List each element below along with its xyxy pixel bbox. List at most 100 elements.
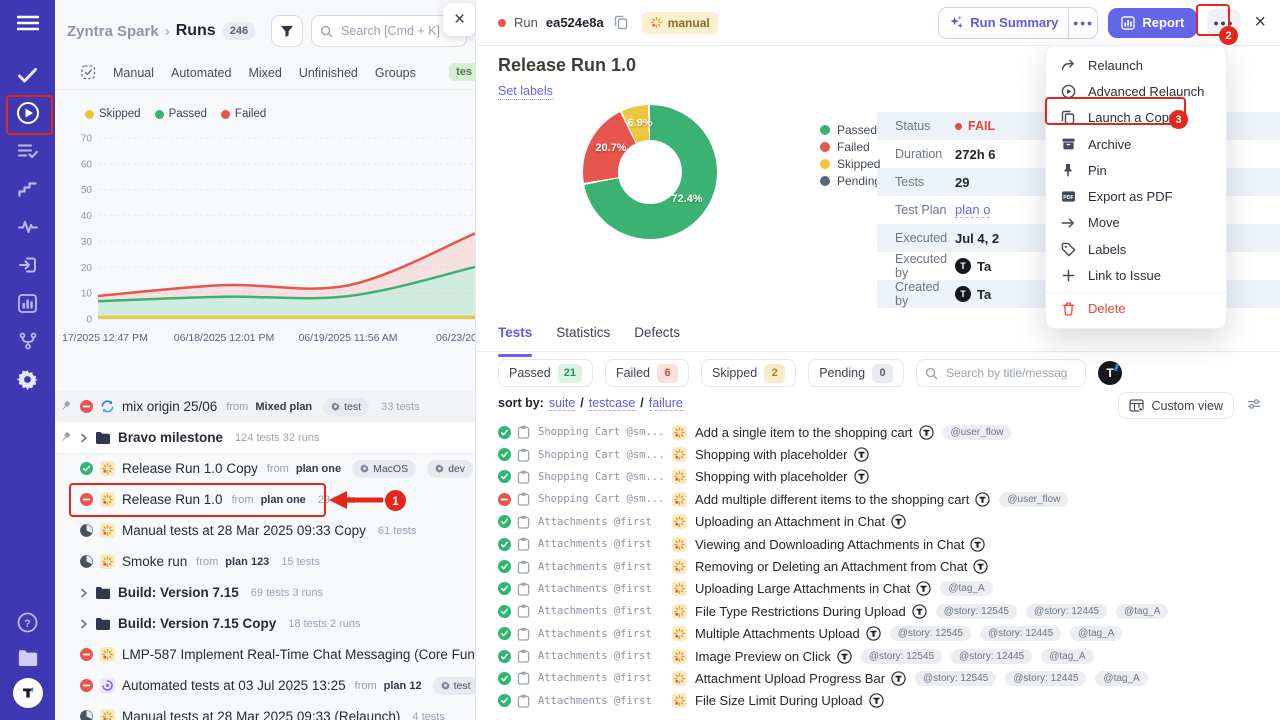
- sort-by-suite[interactable]: suite: [549, 396, 575, 411]
- run-list-item[interactable]: Smoke runfromplan 12315 tests: [55, 546, 475, 577]
- close-panel-button[interactable]: ×: [443, 3, 476, 36]
- tab-tests[interactable]: Tests: [498, 325, 532, 351]
- run-list-item[interactable]: Release Run 1.0 Copyfromplan oneMacOSdev…: [55, 453, 475, 484]
- menu-item-move[interactable]: Move: [1046, 210, 1226, 236]
- plan-link[interactable]: Mixed plan: [255, 401, 312, 413]
- user-value[interactable]: TTa: [955, 258, 991, 274]
- custom-view-button[interactable]: Custom view: [1118, 392, 1234, 419]
- close-run-button[interactable]: ×: [1254, 11, 1266, 34]
- branch-icon[interactable]: [0, 322, 55, 360]
- passed-status-icon: [498, 627, 511, 640]
- user-value[interactable]: TTa: [955, 286, 991, 302]
- filter-button[interactable]: [271, 15, 303, 47]
- plan-link[interactable]: plan 123: [225, 556, 269, 568]
- svg-text:?: ?: [24, 618, 31, 630]
- projects-icon[interactable]: [0, 640, 55, 675]
- testcase-icon: [517, 515, 530, 529]
- sign-in-icon[interactable]: [0, 246, 55, 284]
- menu-item-archive[interactable]: Archive: [1046, 131, 1226, 157]
- folder-icon: [95, 431, 111, 444]
- sort-by-testcase[interactable]: testcase: [589, 396, 636, 411]
- run-list-item[interactable]: Bravo milestone124 tests 32 runs: [55, 422, 475, 453]
- runs-search-input[interactable]: [339, 23, 458, 39]
- manual-test-icon: [672, 537, 687, 552]
- test-search-input[interactable]: [944, 365, 1077, 381]
- run-tag-chip-overflow[interactable]: tes: [449, 63, 476, 81]
- run-list-item[interactable]: Build: Version 7.1569 tests 3 runs: [55, 577, 475, 608]
- report-button[interactable]: Report: [1108, 8, 1197, 38]
- test-list-item[interactable]: Attachments @firstMultiple Attachments U…: [476, 623, 1280, 645]
- runs-tab-manual[interactable]: Manual: [113, 66, 154, 80]
- filter-failed[interactable]: Failed6: [605, 359, 689, 387]
- test-list-item[interactable]: Attachments @firstImage Preview on Click…: [476, 645, 1280, 667]
- runs-tab-unfinished[interactable]: Unfinished: [299, 66, 358, 80]
- breadcrumb-project[interactable]: Zyntra Spark: [67, 23, 159, 40]
- search-icon: [925, 367, 938, 380]
- view-settings-icon[interactable]: [1246, 397, 1262, 411]
- plan-link[interactable]: plan 12: [384, 680, 422, 692]
- sort-by-failure[interactable]: failure: [649, 396, 683, 411]
- test-list-item[interactable]: Attachments @firstAttachment Upload Prog…: [476, 667, 1280, 689]
- run-list-item[interactable]: Manual tests at 28 Mar 2025 09:33 Copy61…: [55, 515, 475, 546]
- runs-tab-automated[interactable]: Automated: [171, 66, 231, 80]
- bar-chart-icon[interactable]: [0, 284, 55, 322]
- test-list-item[interactable]: Attachments @firstFile Size Limit During…: [476, 690, 1280, 712]
- run-list-item[interactable]: Automated tests at 03 Jul 2025 13:25from…: [55, 670, 475, 701]
- table-view-icon: [1129, 399, 1144, 412]
- test-list-item[interactable]: Attachments @firstRemoving or Deleting a…: [476, 555, 1280, 577]
- tab-defects[interactable]: Defects: [634, 325, 680, 351]
- runs-tab-mixed[interactable]: Mixed: [248, 66, 281, 80]
- menu-item-relaunch[interactable]: Relaunch: [1046, 52, 1226, 78]
- set-labels-link[interactable]: Set labels: [498, 84, 553, 100]
- activity-icon[interactable]: [0, 208, 55, 246]
- test-list-item[interactable]: Attachments @firstViewing and Downloadin…: [476, 533, 1280, 555]
- runs-panel-header: Zyntra Spark › Runs 246 ×: [55, 0, 475, 56]
- menu-item-advanced-relaunch[interactable]: Advanced Relaunch: [1046, 78, 1226, 104]
- run-summary-button[interactable]: Run Summary ●●●: [938, 7, 1098, 39]
- run-title: LMP-587 Implement Real-Time Chat Messagi…: [122, 647, 475, 662]
- test-list-item[interactable]: Shopping Cart @sm...Add a single item to…: [476, 421, 1280, 443]
- plan-link[interactable]: plan one: [296, 463, 341, 475]
- testcase-icon: [517, 425, 530, 439]
- menu-item-export-as-pdf[interactable]: PDFExport as PDF: [1046, 183, 1226, 209]
- test-plan-link[interactable]: plan o: [955, 202, 990, 218]
- annotation-badge-3: 3: [1169, 110, 1188, 129]
- profile-avatar[interactable]: [0, 675, 55, 710]
- test-list-item[interactable]: Attachments @firstFile Type Restrictions…: [476, 600, 1280, 622]
- assignee-avatar[interactable]: T: [1098, 361, 1122, 385]
- run-summary-more-button[interactable]: ●●●: [1069, 18, 1097, 28]
- run-list-item[interactable]: LMP-587 Implement Real-Time Chat Messagi…: [55, 639, 475, 670]
- test-list-item[interactable]: Attachments @firstUploading an Attachmen…: [476, 511, 1280, 533]
- test-search-field[interactable]: [916, 359, 1086, 387]
- steps-icon[interactable]: [0, 170, 55, 208]
- play-circle-icon[interactable]: [0, 94, 55, 132]
- run-list-item[interactable]: Build: Version 7.15 Copy18 tests 2 runs: [55, 608, 475, 639]
- filter-passed[interactable]: Passed21: [498, 359, 593, 387]
- menu-item-launch-a-copy[interactable]: Launch a Copy: [1046, 105, 1226, 131]
- test-list-item[interactable]: Attachments @firstUploading Large Attach…: [476, 578, 1280, 600]
- filter-pending[interactable]: Pending0: [808, 359, 904, 387]
- help-icon[interactable]: ?: [0, 605, 55, 640]
- select-all-icon[interactable]: [81, 65, 96, 80]
- menu-item-pin[interactable]: Pin: [1046, 157, 1226, 183]
- run-list-item[interactable]: mix origin 25/06fromMixed plantest33 tes…: [55, 391, 475, 422]
- test-list-item[interactable]: Shopping Cart @sm...Add multiple differe…: [476, 488, 1280, 510]
- run-list-item[interactable]: Manual tests at 28 Mar 2025 09:33 (Relau…: [55, 701, 475, 720]
- run-group-title: Build: Version 7.15: [118, 585, 239, 600]
- menu-item-delete[interactable]: Delete: [1046, 296, 1226, 322]
- gear-icon[interactable]: [0, 360, 55, 398]
- run-list-item[interactable]: Release Run 1.0fromplan one29 tests: [55, 484, 475, 515]
- list-check-icon[interactable]: [0, 132, 55, 170]
- plan-link[interactable]: plan one: [261, 494, 306, 506]
- menu-icon[interactable]: [0, 6, 55, 40]
- menu-item-link-to-issue[interactable]: Link to Issue: [1046, 262, 1226, 288]
- runs-tab-groups[interactable]: Groups: [375, 66, 416, 80]
- test-list-item[interactable]: Shopping Cart @sm...Shopping with placeh…: [476, 466, 1280, 488]
- copy-run-id-icon[interactable]: [614, 15, 628, 30]
- filter-skipped[interactable]: Skipped2: [701, 359, 796, 387]
- check-icon[interactable]: [0, 56, 55, 94]
- menu-item-labels[interactable]: Labels: [1046, 236, 1226, 262]
- test-list-item[interactable]: Shopping Cart @sm...Shopping with placeh…: [476, 443, 1280, 465]
- tab-statistics[interactable]: Statistics: [556, 325, 610, 351]
- annotation-badge-1: 1: [385, 490, 406, 511]
